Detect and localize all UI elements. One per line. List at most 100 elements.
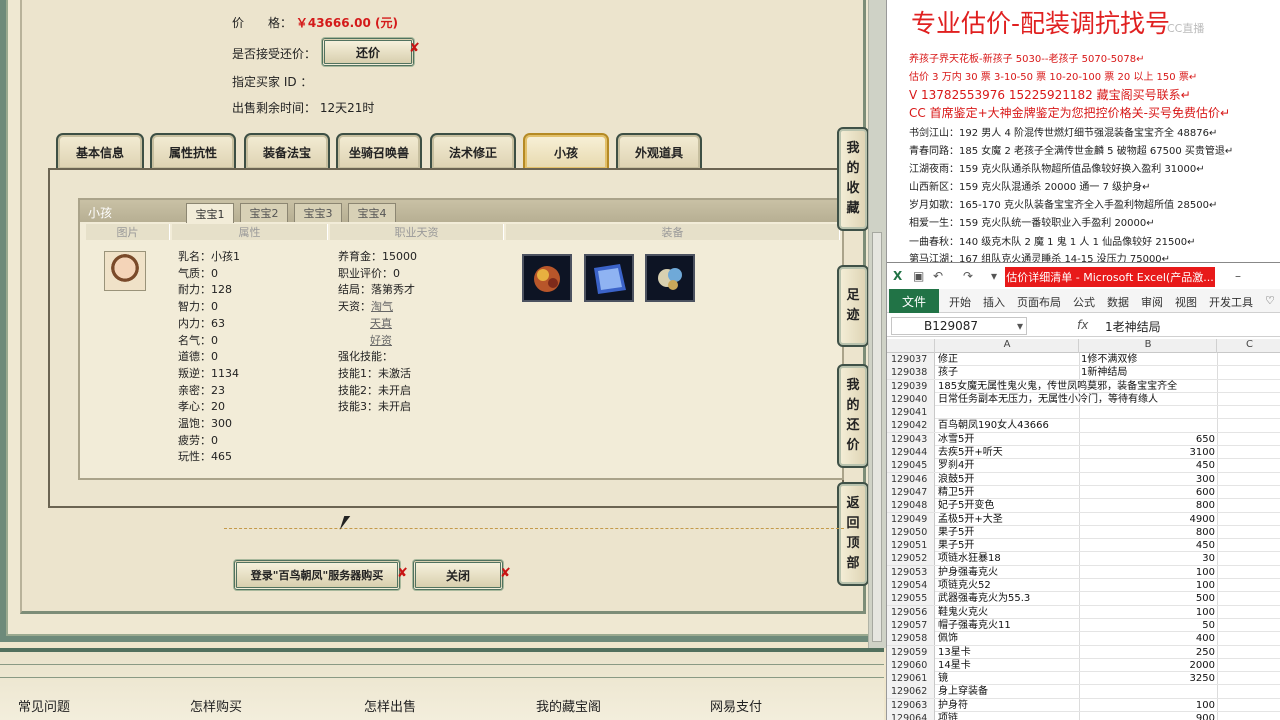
save-icon[interactable]: ▣ xyxy=(913,269,924,283)
row-number[interactable]: 129043 xyxy=(887,432,935,446)
row-number[interactable]: 129037 xyxy=(887,353,935,366)
table-row[interactable]: 129055 武器强毒克火为55.3 500 xyxy=(887,592,1280,606)
cell-b-number[interactable]: 2000 xyxy=(1081,659,1215,672)
table-row[interactable]: 129054 项链克火52 100 xyxy=(887,579,1280,593)
cell-b-number[interactable]: 900 xyxy=(1081,712,1215,720)
tab-appearance[interactable]: 外观道具 xyxy=(616,133,702,169)
tab-equipment[interactable]: 装备法宝 xyxy=(244,133,330,169)
cell-a[interactable]: 罗刹4开 xyxy=(938,459,974,472)
fx-icon[interactable]: fx xyxy=(1077,318,1088,332)
side-button-footprint[interactable]: 足迹 xyxy=(837,265,869,347)
row-number[interactable]: 129049 xyxy=(887,512,935,526)
table-row[interactable]: 129060 14星卡 2000 xyxy=(887,658,1280,673)
row-number[interactable]: 129051 xyxy=(887,539,935,553)
row-number[interactable]: 129064 xyxy=(887,712,935,720)
cell-a[interactable]: 日常任务副本无压力，无属性小冷门，等待有缘人 xyxy=(938,393,1158,406)
row-number[interactable]: 129046 xyxy=(887,472,935,486)
table-row[interactable]: 129038 孩子 1新神结局 xyxy=(887,366,1280,380)
cell-b-number[interactable]: 500 xyxy=(1081,592,1215,605)
table-row[interactable]: 129045 罗刹4开 450 xyxy=(887,459,1280,473)
ribbon-tab-insert[interactable]: 插入 xyxy=(983,294,1005,310)
tab-child[interactable]: 小孩 xyxy=(523,133,609,169)
select-all-corner[interactable] xyxy=(887,339,935,353)
cell-b-number[interactable]: 30 xyxy=(1081,552,1215,565)
row-number[interactable]: 129058 xyxy=(887,632,935,646)
side-button-favorites[interactable]: 我的收藏 xyxy=(837,127,869,231)
row-number[interactable]: 129039 xyxy=(887,379,935,393)
cell-b-number[interactable]: 250 xyxy=(1081,646,1215,659)
row-number[interactable]: 129057 xyxy=(887,618,935,632)
cell-a[interactable]: 百鸟朝凤190女人43666 xyxy=(938,419,1049,432)
footer-link-how-buy[interactable]: 怎样购买 xyxy=(190,696,242,715)
cell-a[interactable]: 果子5开 xyxy=(938,539,974,552)
side-button-back-to-top[interactable]: 返回顶部 xyxy=(837,482,869,586)
table-row[interactable]: 129046 浪鼓5开 300 xyxy=(887,472,1280,486)
row-number[interactable]: 129047 xyxy=(887,485,935,499)
cell-b-number[interactable]: 100 xyxy=(1081,579,1215,592)
row-number[interactable]: 129040 xyxy=(887,392,935,406)
cell-a[interactable]: 护身符 xyxy=(938,699,968,712)
minimize-icon[interactable]: – xyxy=(1235,269,1241,283)
cell-a[interactable]: 185女魔无属性鬼火鬼，传世凤鸣莫邪，装备宝宝齐全 xyxy=(938,380,1177,393)
table-row[interactable]: 129047 精卫5开 600 xyxy=(887,485,1280,500)
cell-a[interactable]: 13星卡 xyxy=(938,646,971,659)
ribbon-tab-review[interactable]: 审阅 xyxy=(1141,294,1163,310)
column-header-a[interactable]: A xyxy=(936,339,1079,353)
table-row[interactable]: 129053 护身强毒克火 100 xyxy=(887,565,1280,580)
cell-b-number[interactable]: 300 xyxy=(1081,473,1215,486)
column-header-b[interactable]: B xyxy=(1080,339,1217,353)
ribbon-tab-home[interactable]: 开始 xyxy=(949,294,971,310)
subtab-baby-3[interactable]: 宝宝3 xyxy=(294,203,342,222)
table-row[interactable]: 129059 13星卡 250 xyxy=(887,645,1280,659)
row-number[interactable]: 129048 xyxy=(887,499,935,513)
row-number[interactable]: 129061 xyxy=(887,672,935,686)
table-row[interactable]: 129049 孟极5开+大圣 4900 xyxy=(887,512,1280,526)
table-row[interactable]: 129061 镜 3250 xyxy=(887,672,1280,686)
row-number[interactable]: 129063 xyxy=(887,698,935,712)
quick-access-dropdown-icon[interactable]: ▾ xyxy=(991,269,997,283)
cell-a[interactable]: 14星卡 xyxy=(938,659,971,672)
cell-a[interactable]: 果子5开 xyxy=(938,526,974,539)
table-row[interactable]: 129052 项链水狂暴18 30 xyxy=(887,552,1280,566)
ribbon-tab-view[interactable]: 视图 xyxy=(1175,294,1197,310)
table-row[interactable]: 129056 鞋鬼火克火 100 xyxy=(887,605,1280,619)
table-row[interactable]: 129064 项链 900 xyxy=(887,712,1280,720)
cell-b-number[interactable]: 3250 xyxy=(1081,672,1215,685)
cell-b-number[interactable]: 400 xyxy=(1081,632,1215,645)
cell-a[interactable]: 帽子强毒克火11 xyxy=(938,619,1011,632)
tab-attributes[interactable]: 属性抗性 xyxy=(150,133,236,169)
equipment-slot-3[interactable] xyxy=(645,254,695,302)
cell-a[interactable]: 武器强毒克火为55.3 xyxy=(938,592,1030,605)
formula-value[interactable]: 1老神结局 xyxy=(1105,318,1161,335)
chevron-down-icon[interactable]: ▾ xyxy=(1017,319,1023,333)
table-row[interactable]: 129044 去疾5开+听天 3100 xyxy=(887,446,1280,460)
row-number[interactable]: 129038 xyxy=(887,366,935,380)
row-number[interactable]: 129062 xyxy=(887,685,935,699)
cell-a[interactable]: 镜 xyxy=(938,672,948,685)
cell-b-number[interactable]: 100 xyxy=(1081,699,1215,712)
tab-spell-mods[interactable]: 法术修正 xyxy=(430,133,516,169)
table-row[interactable]: 129051 果子5开 450 xyxy=(887,539,1280,553)
cell-a[interactable]: 项链克火52 xyxy=(938,579,991,592)
counter-offer-button[interactable]: 还价 xyxy=(322,38,414,66)
cell-a[interactable]: 鞋鬼火克火 xyxy=(938,606,988,619)
file-tab[interactable]: 文件 xyxy=(889,289,939,313)
column-header-c[interactable]: C xyxy=(1218,339,1280,353)
equipment-slot-2[interactable] xyxy=(584,254,634,302)
row-number[interactable]: 129052 xyxy=(887,552,935,566)
cell-b-number[interactable]: 450 xyxy=(1081,539,1215,552)
tab-mounts-pets[interactable]: 坐骑召唤兽 xyxy=(336,133,422,169)
scrollbar-thumb[interactable] xyxy=(872,232,882,642)
cell-b-number[interactable]: 3100 xyxy=(1081,446,1215,459)
ribbon-tab-data[interactable]: 数据 xyxy=(1107,294,1129,310)
cell-b-number[interactable]: 100 xyxy=(1081,606,1215,619)
cell-a[interactable]: 佩饰 xyxy=(938,632,958,645)
row-number[interactable]: 129056 xyxy=(887,605,935,619)
talent-link[interactable]: 淘气 xyxy=(371,300,393,313)
row-number[interactable]: 129044 xyxy=(887,446,935,460)
login-buy-button[interactable]: 登录"百鸟朝凤"服务器购买 xyxy=(234,560,400,590)
cell-a[interactable]: 孟极5开+大圣 xyxy=(938,513,1003,526)
undo-icon[interactable]: ↶ xyxy=(933,269,943,283)
row-number[interactable]: 129055 xyxy=(887,592,935,606)
ribbon-tab-page-layout[interactable]: 页面布局 xyxy=(1017,294,1061,310)
